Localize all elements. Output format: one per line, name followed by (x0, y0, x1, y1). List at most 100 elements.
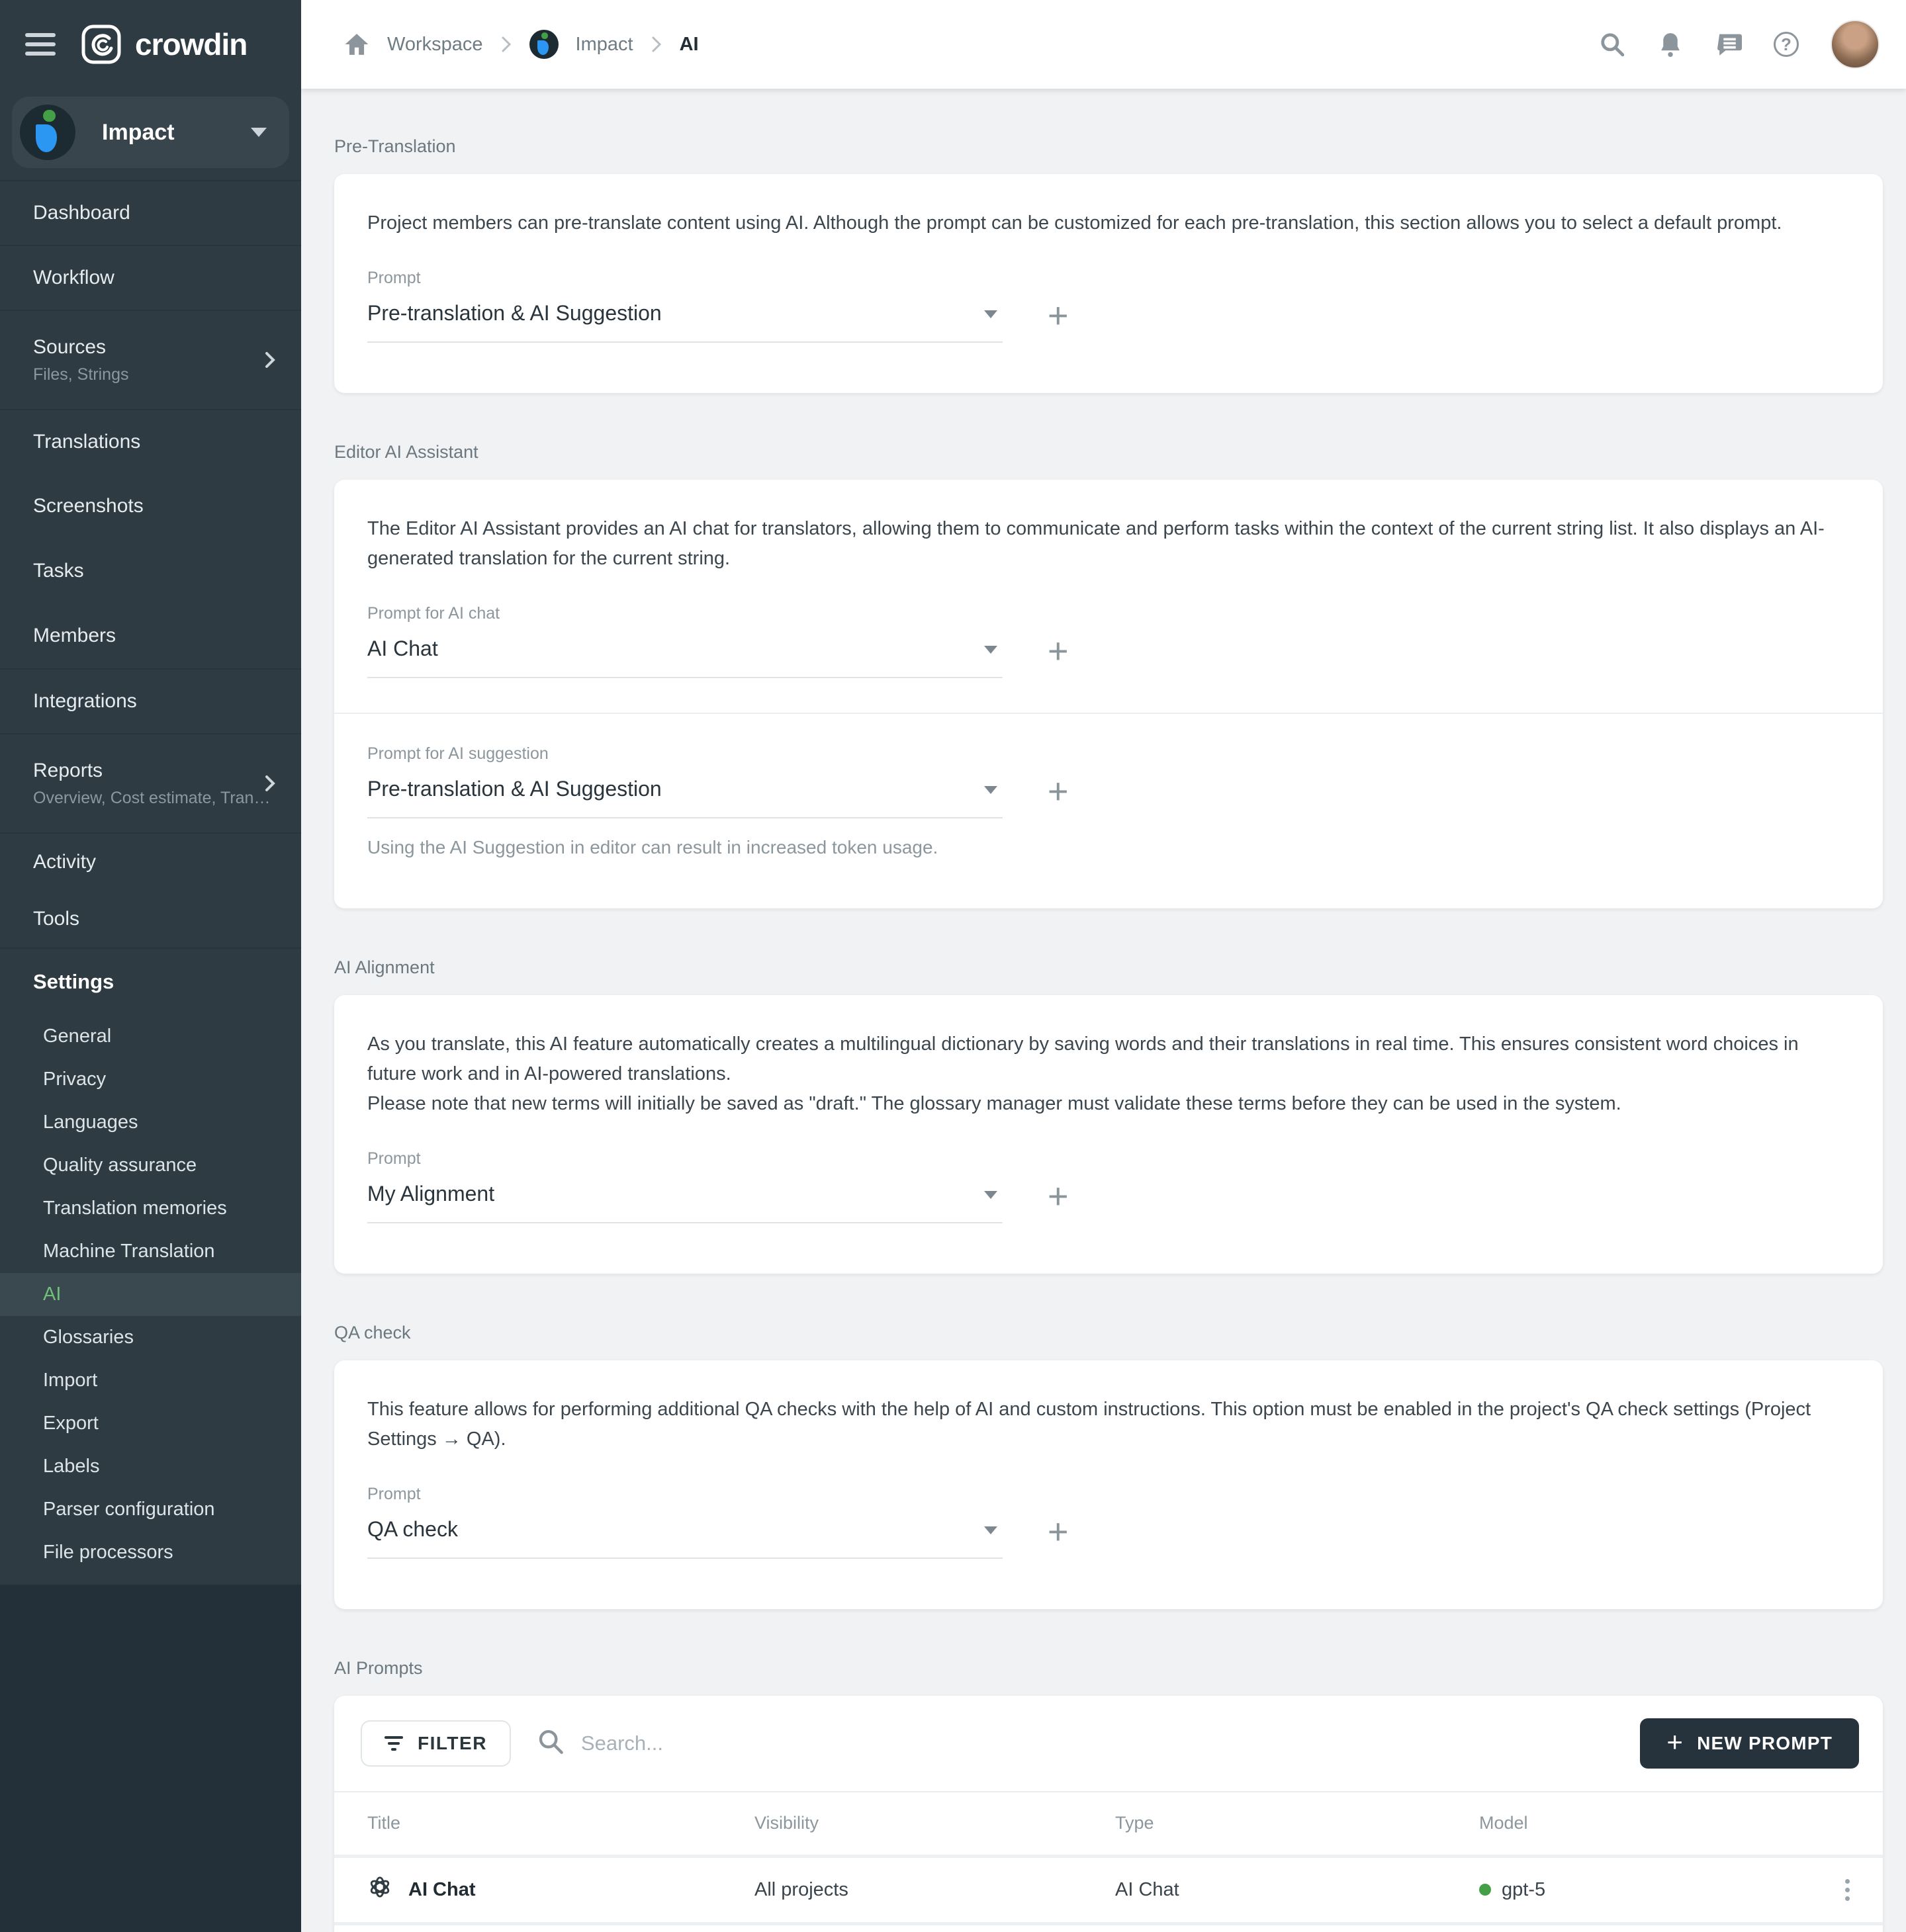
crowdin-logo-icon (81, 24, 122, 65)
settings-item-translation-memories[interactable]: Translation memories (0, 1187, 301, 1230)
settings-item-export[interactable]: Export (0, 1402, 301, 1445)
qa-check-prompt-select[interactable]: QA check (367, 1513, 1003, 1559)
filter-button[interactable]: FILTER (361, 1720, 511, 1767)
sidebar-item-screenshots[interactable]: Screenshots (0, 474, 301, 539)
sidebar-item-sources[interactable]: Sources Files, Strings (0, 310, 301, 409)
prompt-field-label: Prompt (367, 1149, 1003, 1168)
settings-item-languages[interactable]: Languages (0, 1101, 301, 1144)
project-name: Impact (102, 120, 251, 146)
sidebar-item-settings[interactable]: Settings (0, 949, 301, 1015)
chevron-right-icon (263, 351, 277, 374)
openai-icon (367, 1874, 392, 1905)
chevron-down-icon (984, 1191, 997, 1199)
ai-prompts-card: FILTER + NEW PROMPT Title Visibility Typ… (334, 1696, 1883, 1932)
add-prompt-icon[interactable]: + (1048, 1514, 1069, 1550)
settings-item-labels[interactable]: Labels (0, 1445, 301, 1488)
column-header-type[interactable]: Type (1115, 1813, 1479, 1833)
section-title-editor-ai-assistant: Editor AI Assistant (334, 442, 1883, 462)
search-icon (537, 1728, 564, 1758)
project-switcher[interactable]: Impact (12, 97, 289, 168)
search-input[interactable] (581, 1732, 1613, 1755)
sidebar-settings-group: Settings General Privacy Languages Quali… (0, 947, 301, 1585)
filter-icon (385, 1736, 403, 1751)
card-divider: Prompt for AI suggestion Pre-translation… (334, 713, 1883, 858)
ai-suggestion-prompt-label: Prompt for AI suggestion (367, 744, 1003, 764)
sidebar-item-translations[interactable]: Translations (0, 409, 301, 474)
new-prompt-button[interactable]: + NEW PROMPT (1640, 1718, 1859, 1769)
settings-item-parser-configuration[interactable]: Parser configuration (0, 1488, 301, 1531)
prompt-visibility: All projects (754, 1879, 1115, 1901)
settings-item-file-processors[interactable]: File processors (0, 1531, 301, 1574)
column-header-model[interactable]: Model (1479, 1813, 1825, 1833)
breadcrumb: Workspace Impact AI (343, 30, 1599, 59)
add-prompt-icon[interactable]: + (1048, 298, 1069, 333)
brand-text: crowdin (135, 26, 247, 62)
model-status-dot (1479, 1884, 1491, 1896)
user-avatar[interactable] (1831, 20, 1880, 69)
sidebar-filler (0, 1585, 301, 1932)
sidebar-item-dashboard[interactable]: Dashboard (0, 180, 301, 245)
settings-item-privacy[interactable]: Privacy (0, 1058, 301, 1101)
sidebar-item-tools[interactable]: Tools (0, 890, 301, 947)
row-menu-icon[interactable] (1838, 1872, 1856, 1908)
sidebar-item-reports[interactable]: Reports Overview, Cost estimate, Transl.… (0, 733, 301, 832)
settings-item-import[interactable]: Import (0, 1359, 301, 1402)
settings-item-glossaries[interactable]: Glossaries (0, 1316, 301, 1359)
settings-item-quality-assurance[interactable]: Quality assurance (0, 1144, 301, 1187)
search-icon[interactable] (1599, 31, 1625, 58)
ai-suggestion-prompt-select[interactable]: Pre-translation & AI Suggestion (367, 773, 1003, 818)
sidebar-item-reports-subtitle: Overview, Cost estimate, Transl... (33, 789, 271, 808)
topbar-actions: ? (1599, 20, 1880, 69)
table-row[interactable]: Pre-translation & AI Suggestion All proj… (334, 1922, 1883, 1932)
sidebar: crowdin Impact Dashboard Workflow Source… (0, 0, 301, 1932)
pre-translation-card: Project members can pre-translate conten… (334, 174, 1883, 393)
sidebar-item-tasks[interactable]: Tasks (0, 539, 301, 603)
sidebar-item-members[interactable]: Members (0, 603, 301, 668)
ai-alignment-description-2: Please note that new terms will initiall… (367, 1089, 1850, 1119)
sidebar-nav: Dashboard Workflow Sources Files, String… (0, 180, 301, 947)
prompt-field-label: Prompt (367, 1485, 1003, 1504)
crowdin-logo[interactable]: crowdin (81, 24, 247, 65)
breadcrumb-project[interactable]: Impact (576, 34, 633, 56)
sidebar-item-integrations[interactable]: Integrations (0, 668, 301, 733)
ai-alignment-prompt-select[interactable]: My Alignment (367, 1178, 1003, 1223)
token-usage-note: Using the AI Suggestion in editor can re… (367, 837, 1850, 858)
chevron-down-icon (251, 128, 267, 137)
chevron-separator-icon (500, 36, 512, 53)
settings-item-general[interactable]: General (0, 1015, 301, 1058)
column-header-visibility[interactable]: Visibility (754, 1813, 1115, 1833)
settings-item-ai[interactable]: AI (0, 1273, 301, 1316)
section-title-ai-alignment: AI Alignment (334, 957, 1883, 978)
sidebar-item-workflow[interactable]: Workflow (0, 245, 301, 310)
add-prompt-icon[interactable]: + (1048, 633, 1069, 669)
prompt-type: AI Chat (1115, 1879, 1479, 1901)
ai-alignment-card: As you translate, this AI feature automa… (334, 995, 1883, 1274)
chevron-down-icon (984, 786, 997, 794)
settings-item-machine-translation[interactable]: Machine Translation (0, 1230, 301, 1273)
messages-icon[interactable] (1715, 31, 1742, 58)
table-header: Title Visibility Type Model (334, 1791, 1883, 1855)
plus-icon: + (1666, 1726, 1684, 1758)
add-prompt-icon[interactable]: + (1048, 773, 1069, 809)
notifications-bell-icon[interactable] (1657, 31, 1684, 58)
ai-prompts-toolbar: FILTER + NEW PROMPT (334, 1696, 1883, 1791)
pre-translation-prompt-select[interactable]: Pre-translation & AI Suggestion (367, 297, 1003, 343)
chevron-down-icon (984, 646, 997, 654)
add-prompt-icon[interactable]: + (1048, 1178, 1069, 1214)
qa-check-description: This feature allows for performing addit… (367, 1395, 1850, 1454)
sidebar-item-activity[interactable]: Activity (0, 832, 301, 890)
sidebar-item-sources-subtitle: Files, Strings (33, 365, 128, 384)
menu-icon[interactable] (25, 33, 56, 56)
chevron-down-icon (984, 1526, 997, 1534)
column-header-title[interactable]: Title (367, 1813, 754, 1833)
breadcrumb-page: AI (680, 34, 699, 56)
table-row[interactable]: AI Chat All projects AI Chat gpt-5 (334, 1855, 1883, 1922)
help-icon[interactable]: ? (1774, 32, 1799, 57)
ai-alignment-description-1: As you translate, this AI feature automa… (367, 1030, 1850, 1089)
home-icon[interactable] (343, 31, 370, 58)
section-title-pre-translation: Pre-Translation (334, 136, 1883, 157)
ai-chat-prompt-select[interactable]: AI Chat (367, 633, 1003, 678)
ai-chat-prompt-label: Prompt for AI chat (367, 604, 1003, 623)
editor-ai-assistant-description: The Editor AI Assistant provides an AI c… (367, 514, 1850, 574)
breadcrumb-workspace[interactable]: Workspace (387, 34, 483, 56)
